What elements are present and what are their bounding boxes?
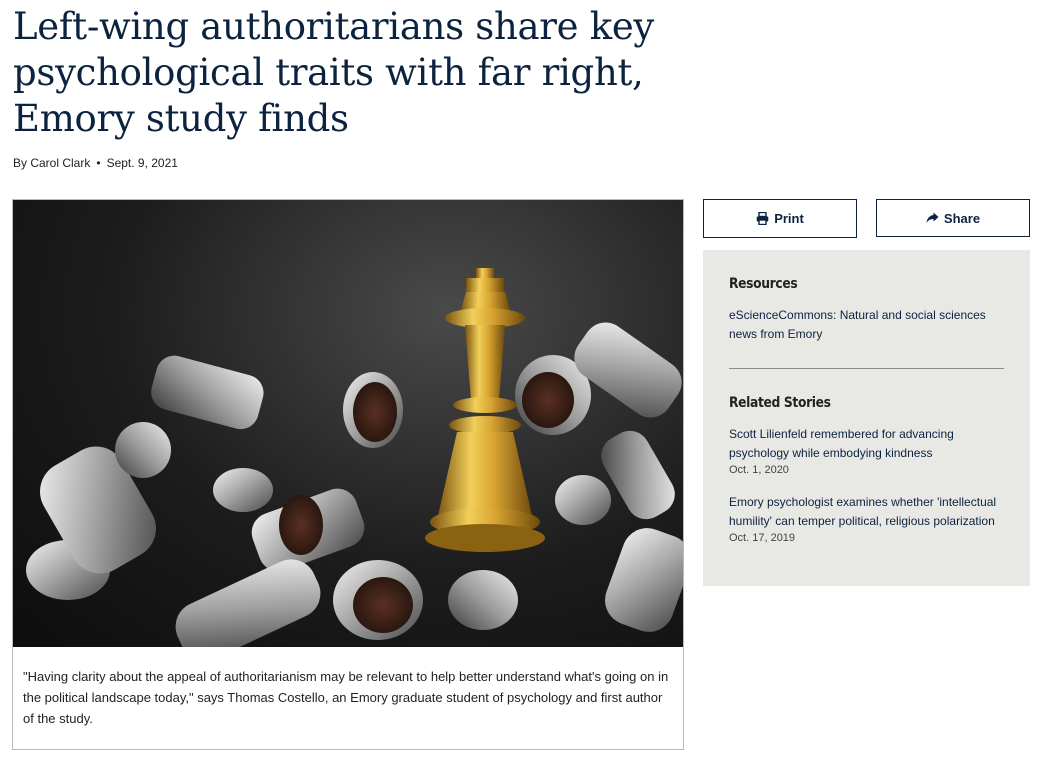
related-story-date: Oct. 17, 2019 [729,532,796,544]
print-button[interactable]: Print [703,199,857,238]
featured-figure: "Having clarity about the appeal of auth… [12,199,684,750]
related-story-link[interactable]: Scott Lilienfeld remembered for advancin… [729,425,1004,463]
image-caption: "Having clarity about the appeal of auth… [23,669,669,726]
featured-image-gold-king-chess [13,200,683,647]
print-label: Print [774,211,804,226]
share-label: Share [943,210,981,226]
byline: By Carol Clark • Sept. 9, 2021 [13,156,178,170]
sidebar: Resources eScienceCommons: Natural and s… [703,250,1030,586]
chess-pieces-illustration [26,268,683,647]
author: By Carol Clark [13,156,91,170]
share-icon [926,212,939,224]
related-story-date: Oct. 1, 2020 [729,464,789,476]
sidebar-divider [729,368,1004,369]
article-title: Left-wing authoritarians share key psych… [13,5,655,140]
resources-heading: Resources [729,276,798,292]
publish-date: Sept. 9, 2021 [106,156,178,170]
byline-separator: • [96,156,101,170]
related-stories-heading: Related Stories [729,395,831,411]
printer-icon [756,212,769,225]
resource-link-escience[interactable]: eScienceCommons: Natural and social scie… [729,306,1004,344]
share-button[interactable]: Share [876,199,1030,237]
related-story-link[interactable]: Emory psychologist examines whether 'int… [729,493,1004,531]
